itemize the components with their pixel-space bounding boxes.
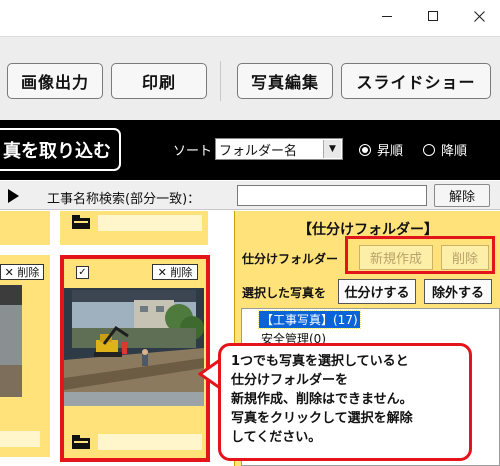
- minimize-button[interactable]: [364, 0, 410, 32]
- photo-grid: ✕ 削除 ✓ ✕ 削除: [0, 211, 234, 466]
- sort-dropdown-value: フォルダー名: [219, 143, 298, 159]
- search-bar: 工事名称検索(部分一致)： 解除: [0, 181, 500, 210]
- photo-thumbnail-partial: [0, 285, 22, 397]
- photo-card-left-partial[interactable]: ✕ 削除: [0, 255, 50, 457]
- exclude-button[interactable]: 除外する: [424, 279, 492, 304]
- image-export-button[interactable]: 画像出力: [7, 63, 103, 99]
- descending-radio[interactable]: 降順: [423, 140, 467, 159]
- project-name-search-input[interactable]: [237, 185, 427, 206]
- photo-folder-field: [0, 431, 40, 447]
- assign-folder-button[interactable]: 仕分けする: [338, 279, 416, 304]
- main-toolbar: 画像出力 印刷 写真編集 スライドショー: [0, 36, 500, 120]
- callout-line: 写真をクリックして選択を解除: [231, 411, 413, 426]
- photo-edit-button[interactable]: 写真編集: [237, 63, 333, 99]
- callout-line: 1つでも写真を選択していると: [231, 354, 409, 369]
- callout-line: 新規作成、削除はできません。: [231, 392, 413, 407]
- photo-card-partial-top-left: [0, 211, 50, 245]
- photo-card-partial-top[interactable]: [60, 211, 208, 245]
- sort-folder-label: 仕分けフォルダー: [242, 252, 339, 266]
- search-clear-button[interactable]: 解除: [434, 184, 490, 207]
- toolbar-divider: [220, 61, 221, 101]
- folder-icon: [72, 215, 90, 229]
- sort-label: ソート: [173, 144, 213, 159]
- close-button[interactable]: [456, 0, 500, 32]
- close-icon: [473, 10, 485, 22]
- selected-photos-label: 選択した写真を: [242, 286, 327, 300]
- callout-line: してください。: [231, 430, 322, 445]
- ascending-radio[interactable]: 昇順: [359, 140, 403, 159]
- ascending-label: 昇順: [377, 144, 404, 159]
- import-photos-button[interactable]: 真を取り込む: [0, 128, 121, 171]
- tree-node-construction-photos[interactable]: 【工事写真】(17): [258, 310, 361, 329]
- maximize-button[interactable]: [410, 0, 456, 32]
- print-button[interactable]: 印刷: [111, 63, 207, 99]
- photo-folder-field: [98, 215, 202, 231]
- callout-line: 仕分けフォルダーを: [231, 373, 349, 388]
- minimize-icon: [382, 15, 392, 17]
- selected-photo-highlight: [60, 255, 210, 462]
- descending-label: 降順: [441, 144, 468, 159]
- expand-arrow-icon[interactable]: [8, 189, 19, 203]
- delete-photo-button[interactable]: ✕ 削除: [0, 264, 44, 280]
- info-callout: 1つでも写真を選択していると 仕分けフォルダーを 新規作成、削除はできません。 …: [218, 343, 472, 461]
- radio-selected-icon: [359, 143, 371, 156]
- title-bar: [0, 0, 500, 32]
- radio-unselected-icon: [423, 143, 435, 156]
- search-label: 工事名称検索(部分一致)：: [47, 192, 201, 207]
- dropdown-arrow-icon: ▼: [323, 140, 341, 158]
- disabled-buttons-highlight: [345, 236, 495, 274]
- maximize-icon: [428, 11, 438, 21]
- slideshow-button[interactable]: スライドショー: [341, 63, 491, 99]
- sort-dropdown[interactable]: フォルダー名 ▼: [215, 138, 343, 160]
- import-bar: 真を取り込む ソート フォルダー名 ▼ 昇順 降順: [0, 120, 500, 180]
